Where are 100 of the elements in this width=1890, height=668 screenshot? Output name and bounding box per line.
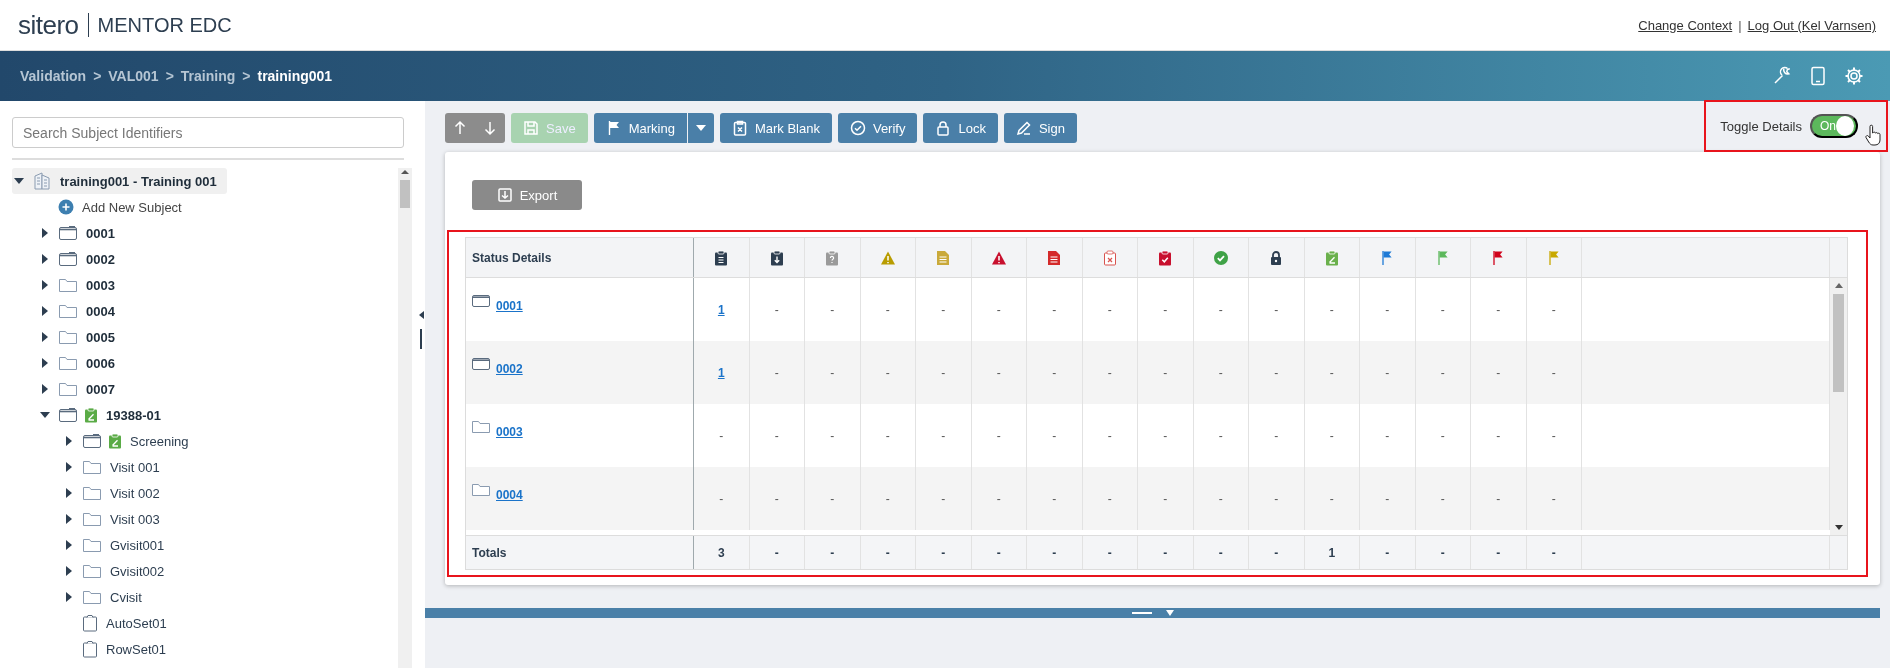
table-cell: - xyxy=(719,491,724,506)
tree-item[interactable]: training001 - Training 001 xyxy=(58,173,219,189)
table-cell: - xyxy=(830,491,835,506)
subject-link[interactable]: 0001 xyxy=(496,299,523,313)
breadcrumb-item[interactable]: training001 xyxy=(257,68,333,84)
tree-item[interactable]: Visit 001 xyxy=(108,459,162,475)
table-cell: - xyxy=(1218,491,1223,506)
add-icon[interactable] xyxy=(58,199,74,215)
subject-link[interactable]: 0003 xyxy=(496,425,523,439)
tree-item[interactable]: AutoSet01 xyxy=(104,615,169,631)
resize-handle[interactable] xyxy=(420,329,423,349)
table-cell: - xyxy=(719,428,724,443)
table-cell: - xyxy=(941,365,946,380)
scroll-thumb[interactable] xyxy=(400,180,410,208)
table-cell: - xyxy=(885,428,890,443)
product-name: MENTOR EDC xyxy=(97,13,232,37)
table-cell: - xyxy=(1496,428,1501,443)
subject-link[interactable]: 0004 xyxy=(496,488,523,502)
breadcrumb-separator: > xyxy=(242,68,251,84)
search-field[interactable]: Search Subject Identifiers xyxy=(12,117,404,148)
settings-icon[interactable] xyxy=(1844,66,1864,86)
tree-item[interactable]: 0004 xyxy=(84,303,117,319)
table-cell: - xyxy=(1218,545,1223,560)
mark-blank-button[interactable]: Mark Blank xyxy=(719,113,832,143)
table-cell: - xyxy=(1274,365,1279,380)
tree-item[interactable]: 0006 xyxy=(84,355,117,371)
lock-button[interactable]: Lock xyxy=(923,113,998,143)
column-header: Status Details xyxy=(472,250,552,265)
table-cell: - xyxy=(1163,545,1168,560)
table-cell: - xyxy=(1107,302,1112,317)
move-up-button[interactable] xyxy=(445,113,475,143)
move-down-button[interactable] xyxy=(475,113,505,143)
table-cell: 3 xyxy=(717,545,725,560)
resize-handle[interactable] xyxy=(1131,611,1152,615)
check-circle-icon xyxy=(1212,249,1229,266)
verify-button[interactable]: Verify xyxy=(837,113,918,143)
table-cell: - xyxy=(1329,428,1334,443)
scroll-thumb[interactable] xyxy=(1833,294,1844,392)
tree-item[interactable]: 19388-01 xyxy=(104,407,163,423)
scroll-down-icon[interactable] xyxy=(1834,525,1843,531)
table-cell: - xyxy=(885,302,890,317)
toggle-label: Toggle Details xyxy=(1720,118,1802,134)
table-cell: - xyxy=(1218,365,1223,380)
table-cell: - xyxy=(1052,545,1057,560)
header-link[interactable]: Log Out (Kel Varnsen) xyxy=(1747,17,1876,33)
totals-label: Totals xyxy=(472,545,507,560)
tree-item[interactable]: Visit 003 xyxy=(108,511,162,527)
tree-root-row[interactable]: training001 - Training 001 xyxy=(12,168,227,194)
table-cell: - xyxy=(996,491,1001,506)
sign-button[interactable]: Sign xyxy=(1003,113,1077,143)
tree-item[interactable]: Screening xyxy=(128,433,191,449)
tree-item[interactable]: 0003 xyxy=(84,277,117,293)
add-subject-link[interactable]: Add New Subject xyxy=(80,199,184,215)
subject-link[interactable]: 0002 xyxy=(496,362,523,376)
table-cell: - xyxy=(1440,365,1445,380)
table-cell: - xyxy=(1274,428,1279,443)
tree-item[interactable]: 0005 xyxy=(84,329,117,345)
breadcrumb-item[interactable]: VAL001 xyxy=(108,68,159,84)
breadcrumb-item[interactable]: Training xyxy=(180,68,236,84)
table-cell: - xyxy=(885,365,890,380)
down-arrow-icon xyxy=(482,120,498,136)
table-cell: - xyxy=(1163,428,1168,443)
table-cell: - xyxy=(1551,365,1556,380)
scrollbar[interactable] xyxy=(1830,278,1847,535)
tablet-icon[interactable] xyxy=(1810,66,1826,86)
tree-item[interactable]: 0002 xyxy=(84,251,117,267)
count-link[interactable]: 1 xyxy=(717,302,725,317)
table-cell: - xyxy=(830,302,835,317)
tree-item[interactable]: Gvisit002 xyxy=(108,563,167,579)
scroll-up-icon[interactable] xyxy=(400,168,410,176)
table-cell: - xyxy=(1496,302,1501,317)
scroll-up-icon[interactable] xyxy=(1834,282,1843,288)
count-link[interactable]: 1 xyxy=(717,365,725,380)
dropdown-button[interactable] xyxy=(687,113,714,143)
tree-item[interactable]: Visit 002 xyxy=(108,485,162,501)
table-cell: - xyxy=(1163,302,1168,317)
breadcrumb-item[interactable]: Validation xyxy=(20,68,87,84)
table-cell: - xyxy=(1496,545,1501,560)
table-cell: - xyxy=(1052,491,1057,506)
clipboard-icon xyxy=(82,614,98,632)
header-link[interactable]: Change Context xyxy=(1638,17,1733,33)
wrench-icon[interactable] xyxy=(1772,66,1792,86)
tree-item[interactable]: Gvisit001 xyxy=(108,537,167,553)
scrollbar[interactable] xyxy=(398,168,412,668)
table-cell: - xyxy=(1329,302,1334,317)
clipboard-x-icon xyxy=(731,120,748,136)
table-cell: - xyxy=(996,365,1001,380)
tree-item[interactable]: Cvisit xyxy=(108,589,144,605)
marking-button[interactable]: Marking xyxy=(593,113,687,143)
table-cell: - xyxy=(1551,491,1556,506)
table-cell: - xyxy=(1551,302,1556,317)
tree-item[interactable]: 0001 xyxy=(84,225,117,241)
lock-icon xyxy=(935,120,952,136)
tree-item[interactable]: RowSet01 xyxy=(104,641,168,657)
clipboard-icon xyxy=(714,249,729,266)
table-cell: - xyxy=(1329,491,1334,506)
caret-icon xyxy=(695,125,706,131)
table-cell: - xyxy=(1551,545,1556,560)
tree-item[interactable]: 0007 xyxy=(84,381,117,397)
breadcrumb-separator: > xyxy=(165,68,174,84)
